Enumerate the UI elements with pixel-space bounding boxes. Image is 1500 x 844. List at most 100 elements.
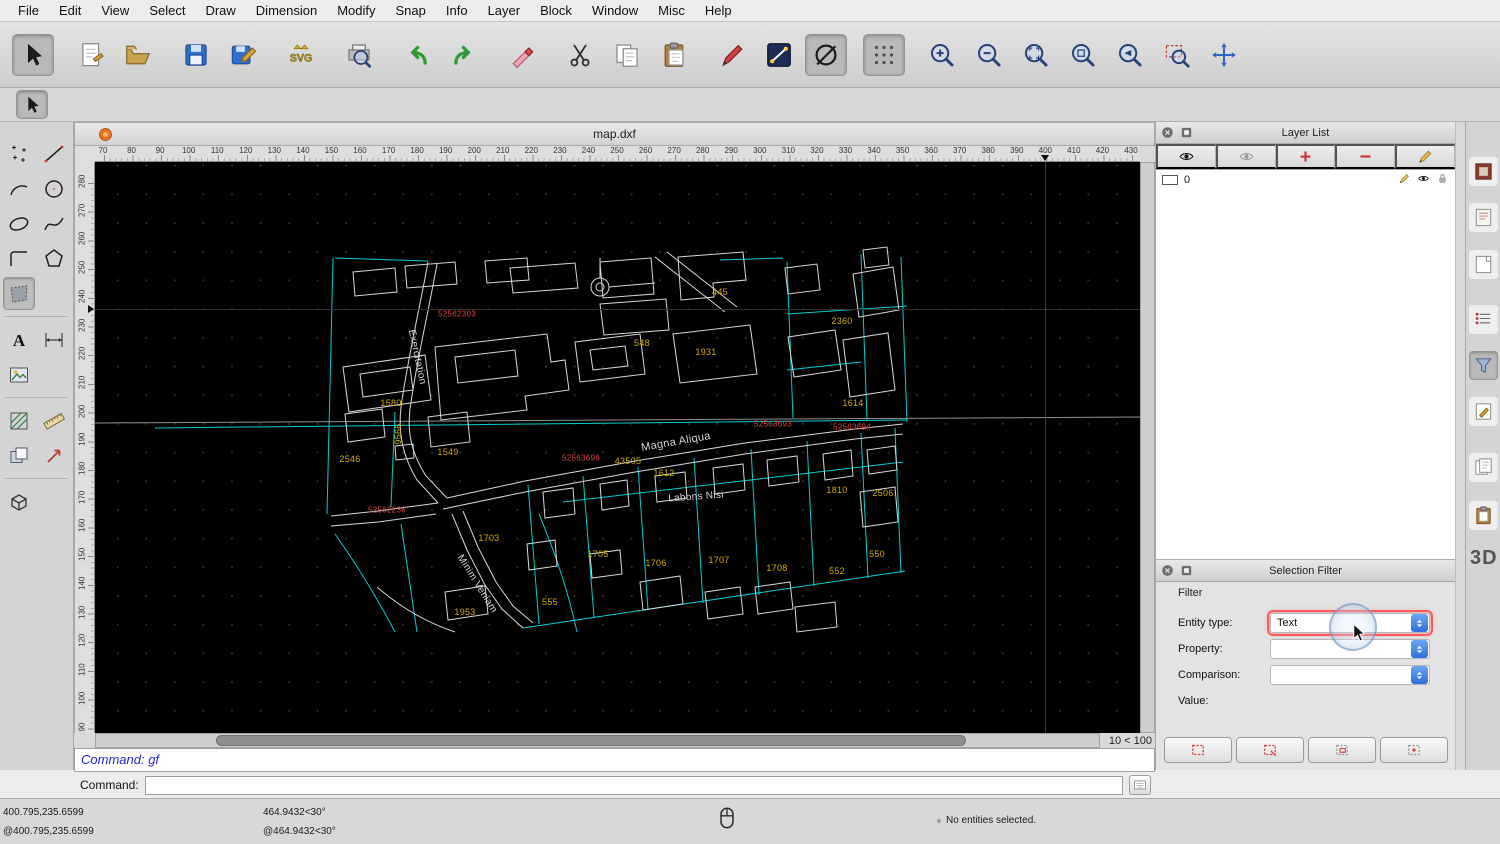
menu-select[interactable]: Select [139, 0, 195, 22]
panel-scrollbar[interactable] [1455, 122, 1465, 770]
zoom-in-button[interactable] [921, 34, 963, 76]
hide-all-layers-button[interactable] [1215, 144, 1276, 169]
comparison-combo[interactable] [1270, 665, 1430, 685]
paste-button[interactable] [653, 34, 695, 76]
explode-tool-button[interactable] [39, 439, 71, 472]
close-layer-list-button[interactable] [1160, 125, 1175, 143]
apply-filter-button[interactable] [1380, 737, 1448, 763]
redo-button[interactable] [443, 34, 485, 76]
menu-edit[interactable]: Edit [49, 0, 91, 22]
entity-type-combo-stepper[interactable] [1411, 614, 1428, 632]
comparison-combo-stepper[interactable] [1411, 666, 1428, 684]
property-combo-stepper[interactable] [1411, 640, 1428, 658]
pen-palette-panel-button[interactable] [1469, 397, 1498, 426]
menu-window[interactable]: Window [582, 0, 648, 22]
zoom-previous-button[interactable] [1109, 34, 1151, 76]
menu-draw[interactable]: Draw [195, 0, 245, 22]
menu-block[interactable]: Block [530, 0, 582, 22]
command-widget-panel-button[interactable] [1469, 250, 1498, 279]
print-preview-button[interactable] [338, 34, 380, 76]
clear-filter-button[interactable] [1308, 737, 1376, 763]
zoom-pan-button[interactable] [1203, 34, 1245, 76]
layer-color-box[interactable] [1162, 175, 1178, 185]
property-combo[interactable] [1270, 639, 1430, 659]
vertical-scrollbar[interactable] [1140, 162, 1155, 733]
region-tool-button[interactable] [3, 277, 35, 310]
deselect-matching-button[interactable] [1236, 737, 1304, 763]
select-matching-button[interactable] [1164, 737, 1232, 763]
h-ruler-number: 160 [353, 146, 367, 155]
image-tool-button[interactable] [3, 358, 35, 391]
selection-filter-panel-button[interactable] [1469, 351, 1498, 380]
line-tool-button[interactable] [39, 137, 71, 170]
layer-visibility-icon[interactable] [1417, 172, 1430, 188]
v-ruler-number: 170 [77, 490, 87, 504]
undo-button[interactable] [396, 34, 438, 76]
detach-layer-list-button[interactable] [1179, 125, 1194, 143]
drawing-canvas[interactable]: 445 2360 548 1931 52562303 1614 1580 9566 525636… [95, 162, 1140, 733]
line-attributes-button[interactable] [758, 34, 800, 76]
dimension-tool-button[interactable] [39, 323, 71, 356]
menu-file[interactable]: File [8, 0, 49, 22]
draw-pen-button[interactable] [711, 34, 753, 76]
command-input[interactable] [144, 775, 1123, 795]
remove-layer-button[interactable] [1335, 144, 1396, 169]
active-tool-select-arrow-button[interactable] [16, 90, 48, 119]
zoom-extents-button[interactable] [1062, 34, 1104, 76]
measure-tool-button[interactable] [39, 404, 71, 437]
menu-view[interactable]: View [91, 0, 139, 22]
menu-info[interactable]: Info [436, 0, 478, 22]
h-ruler-number: 300 [753, 146, 767, 155]
menu-dimension[interactable]: Dimension [246, 0, 327, 22]
hatch-tool-button[interactable] [3, 404, 35, 437]
open-drawing-button[interactable] [117, 34, 159, 76]
text-tool-button[interactable]: A [3, 323, 35, 356]
select-arrow-button[interactable] [12, 33, 54, 76]
h-ruler-number: 340 [867, 146, 881, 155]
add-layer-button[interactable] [1275, 144, 1336, 169]
new-drawing-button[interactable] [70, 34, 112, 76]
no-fill-button[interactable] [805, 33, 847, 76]
library-browser-panel-button[interactable] [1469, 203, 1498, 232]
order-tool-button[interactable] [3, 439, 35, 472]
menu-modify[interactable]: Modify [327, 0, 385, 22]
layer-row[interactable]: 0 [1156, 170, 1455, 190]
delete-entities-button[interactable] [501, 34, 543, 76]
horizontal-scrollbar[interactable] [95, 733, 1100, 748]
menu-layer[interactable]: Layer [478, 0, 531, 22]
layer-edit-icon[interactable] [1398, 172, 1411, 188]
point-tool-button[interactable] [3, 137, 35, 170]
command-options-button[interactable] [1129, 775, 1151, 795]
document-titlebar[interactable]: map.dxf [74, 122, 1155, 146]
copy-button[interactable] [606, 34, 648, 76]
save-as-button[interactable] [222, 34, 264, 76]
arc-tool-button[interactable] [3, 172, 35, 205]
menu-help[interactable]: Help [695, 0, 742, 22]
zoom-out-button[interactable] [968, 34, 1010, 76]
zoom-auto-button[interactable] [1015, 34, 1057, 76]
property-editor-panel-button[interactable] [1469, 305, 1498, 334]
notes-panel-button[interactable] [1469, 453, 1498, 482]
zoom-window-button[interactable] [1156, 34, 1198, 76]
edit-layer-button[interactable] [1395, 144, 1455, 169]
circle-tool-button[interactable] [39, 172, 71, 205]
spline-tool-button[interactable] [39, 207, 71, 240]
clipboard-panel-button[interactable] [1469, 501, 1498, 530]
cut-button[interactable] [559, 34, 601, 76]
polyline-tool-button[interactable] [3, 242, 35, 275]
grid-toggle-button[interactable] [863, 33, 905, 76]
svg-export-button[interactable]: SVG [280, 34, 322, 76]
menu-snap[interactable]: Snap [386, 0, 436, 22]
layer-lock-icon[interactable] [1436, 172, 1449, 188]
solid-box-tool-button[interactable] [3, 485, 35, 518]
save-drawing-button[interactable] [175, 34, 217, 76]
polygon-tool-button[interactable] [39, 242, 71, 275]
entity-type-combo[interactable]: Text [1267, 610, 1433, 636]
block-list-panel-button[interactable] [1469, 157, 1498, 186]
detach-selection-filter-button[interactable] [1179, 563, 1194, 581]
ellipse-tool-button[interactable] [3, 207, 35, 240]
menu-misc[interactable]: Misc [648, 0, 695, 22]
show-all-layers-button[interactable] [1156, 144, 1216, 169]
close-selection-filter-button[interactable] [1160, 563, 1175, 581]
horizontal-scrollbar-thumb[interactable] [216, 735, 966, 746]
